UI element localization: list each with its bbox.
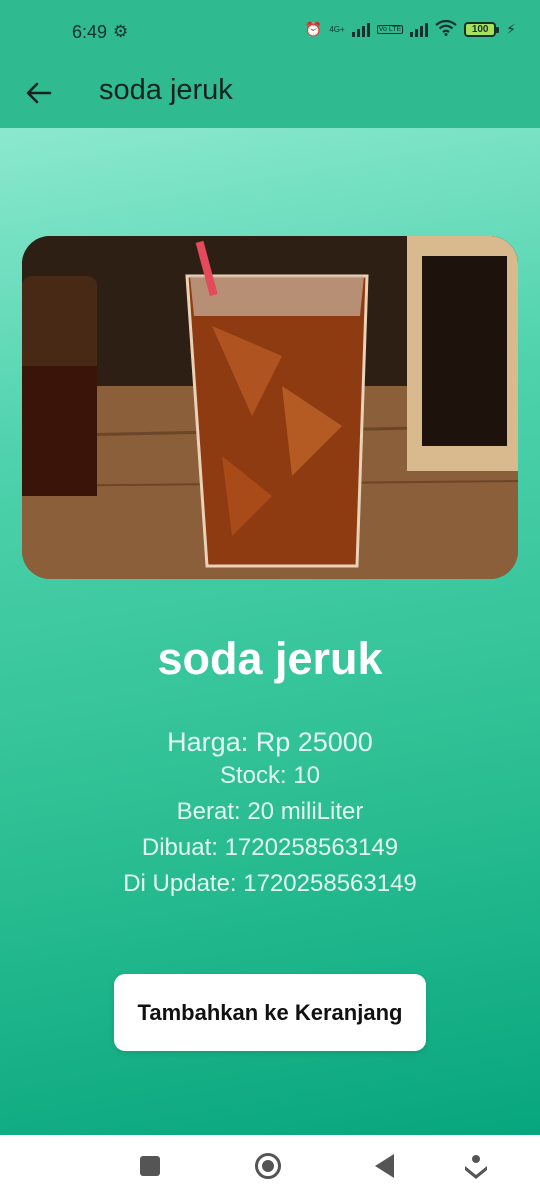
arrow-left-icon (26, 82, 52, 104)
product-info: Harga: Rp 25000 Stock: 10 Berat: 20 mili… (0, 726, 540, 902)
home-button[interactable] (255, 1153, 281, 1179)
alarm-icon: ⏰ (304, 21, 323, 37)
product-created: Dibuat: 1720258563149 (141, 834, 399, 861)
volte-label: Vo LTE (376, 25, 404, 34)
assistant-button[interactable] (463, 1153, 489, 1181)
back-button[interactable] (18, 72, 60, 114)
system-nav-bar (0, 1135, 540, 1200)
lightning-icon: ⚡ (506, 21, 516, 37)
product-image (22, 236, 518, 579)
system-back-button[interactable] (375, 1154, 394, 1178)
signal-icon-2 (410, 22, 429, 37)
product-stock: Stock: 10 (219, 762, 321, 789)
app-bar: soda jeruk (0, 60, 540, 128)
product-weight: Berat: 20 miliLiter (176, 798, 364, 825)
product-detail: soda jeruk Harga: Rp 25000 Stock: 10 Ber… (0, 128, 540, 1135)
battery-level: 100 (464, 22, 497, 37)
product-price: Harga: Rp 25000 (167, 727, 373, 757)
recents-button[interactable] (140, 1156, 160, 1176)
wifi-icon (435, 19, 457, 39)
assistant-icon (465, 1155, 487, 1179)
status-indicators: ⏰ 4G+ Vo LTE 100 ⚡ (304, 19, 516, 39)
status-bar: 6:49 ⚙ ⏰ 4G+ Vo LTE 100 ⚡ (0, 0, 540, 60)
status-time: 6:49 (72, 22, 108, 42)
signal-icon (351, 22, 370, 37)
gear-icon: ⚙ (113, 22, 129, 41)
soda-glass-illustration (22, 236, 518, 579)
battery-icon: 100 (464, 22, 500, 37)
product-updated: Di Update: 1720258563149 (123, 870, 417, 897)
product-name: soda jeruk (157, 633, 383, 684)
network-type-label: 4G+ (329, 24, 345, 34)
page-title: soda jeruk (99, 74, 233, 106)
add-to-cart-button[interactable]: Tambahkan ke Keranjang (114, 974, 426, 1051)
